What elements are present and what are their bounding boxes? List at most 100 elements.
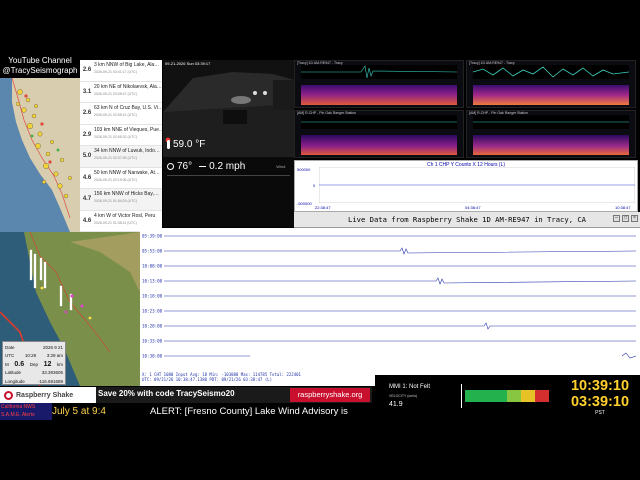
quake-magnitude: 2.6 <box>82 67 92 74</box>
mmi-panel: MMI 1: Not Felt VELOCITY (um/s) 41.9 <box>375 375 560 431</box>
quake-place: 20 km NE of Nikolaevsk, Ala… <box>94 83 162 90</box>
magnitude-label: M <box>5 361 9 367</box>
utc-value: 10:29 <box>24 353 37 359</box>
longitude-label: Longitude <box>5 378 25 384</box>
spectrogram-heatmap <box>473 135 629 155</box>
helicorder-plot: 05:39:00 05:53:00 10:08:00 10:13:00 10:18:00… <box>140 228 640 386</box>
weather-panel: 59.0 °F 76° 0.2 mph Wind <box>163 139 294 227</box>
helicorder-trace-line <box>164 247 637 255</box>
helicorder-row-label: 10:38:00 <box>142 354 163 359</box>
quake-time: 2026-09-21 02:55:32 (UTC) <box>94 134 137 139</box>
spectrogram-heatmap <box>301 85 457 105</box>
utc-clock: 10:39:10 <box>570 378 630 394</box>
quake-magnitude: 4.6 <box>82 217 92 224</box>
sun-icon <box>167 163 174 170</box>
quake-list-item[interactable]: 2.9 103 km NNE of Vieques, Pue… 2026-09-21… <box>80 125 162 146</box>
quake-magnitude: 3.1 <box>82 88 92 95</box>
channel-label: YouTube Channel @TracySeismograph <box>2 56 78 75</box>
utc-label: UTC <box>5 353 15 359</box>
live-data-header: Live Data from Raspberry Shake 1D AM-RE9… <box>294 212 640 228</box>
quake-place: 4 km W of Victor Rosl, Peru <box>94 212 156 219</box>
thermometer-icon <box>167 140 170 149</box>
strip-trace <box>319 167 635 203</box>
strip-y-tick-top: 500000 <box>297 167 311 172</box>
ticker-alert-text: ALERT: [Fresno County] Lake Wind Advisor… <box>150 406 348 417</box>
quake-time: 2026-09-21 02:37:45 (UTC) <box>94 156 137 160</box>
latitude-value: 33.393605 <box>41 370 63 376</box>
earthquake-list[interactable]: 2.6 3 km NNW of Big Lake, Ala… 2026-09-21 … <box>80 60 162 232</box>
quake-time: 2026-09-21 02:19:06 (UTC) <box>94 177 137 182</box>
strip-x-tick-3: 10:38:47 <box>615 205 631 210</box>
quake-place: 156 km NNW of Hicks Bay,… <box>94 191 159 197</box>
quake-time: 2026-09-21 03:08:47 (UTC) <box>94 91 137 96</box>
raspberry-shake-logo: Raspberry Shake <box>0 387 96 403</box>
strip-y-tick-mid: 0 <box>313 183 316 188</box>
quake-time: 2026-09-21 01:38:11 (UTC) <box>94 220 137 225</box>
helicorder-row-label: 10:18:00 <box>142 294 163 299</box>
helicorder-row-label: 10:28:00 <box>142 324 163 329</box>
webcam-timestamp: 09-21-2026 Sun 03:39:17 <box>165 61 211 66</box>
mmi-scale-arrow <box>461 384 462 408</box>
quake-place: 34 km NNW of Luwuk, Indo… <box>94 148 160 154</box>
spectrogram-panel-3: [AM] R-CHP - Pin Oak Ranger Station <box>294 110 464 158</box>
date-label: Date <box>5 344 15 350</box>
longitude-value: -116.691689 <box>38 378 63 384</box>
local-timezone: PST <box>595 410 605 416</box>
helicorder-trace-line <box>164 277 637 285</box>
date-value: 2026 9 21 <box>42 344 63 350</box>
quake-time: 2026-09-21 01:54:29 (UTC) <box>94 199 137 203</box>
velocity-label: VELOCITY (um/s) <box>389 394 418 398</box>
waveform-trace <box>473 65 629 79</box>
helicorder-row-label: 10:08:00 <box>142 264 163 269</box>
spectrogram-heatmap <box>301 135 457 155</box>
quake-list-item[interactable]: 2.6 3 km NNW of Big Lake, Ala… 2026-09-21 … <box>80 60 162 82</box>
quake-list-item[interactable]: 2.6 63 km N of Cruz Bay, U.S. Vi… 2026-09-… <box>80 103 162 125</box>
helicorder-trace-line <box>164 352 637 359</box>
strip-x-tick-2: 04:38:47 <box>465 205 481 210</box>
maximize-button[interactable]: □ <box>622 215 629 222</box>
mmi-scale-segment <box>465 390 507 402</box>
quake-place: 50 km NNW of Narwake, At… <box>94 169 160 176</box>
strip-y-tick-bottom: -500000 <box>297 201 312 206</box>
wind-speed: 0.2 mph <box>209 161 246 172</box>
helicorder-row-label: 10:23:00 <box>142 309 163 314</box>
spectrogram-panel-1: [Tracy] 1D AM-RE947 - Tracy <box>294 60 464 108</box>
quake-list-item[interactable]: 4.7 156 km NNW of Hicks Bay,… 2026-09-21 0… <box>80 189 162 211</box>
minimize-button[interactable]: – <box>613 215 620 222</box>
quake-place: 103 km NNE of Vieques, Pue… <box>94 126 162 133</box>
quake-magnitude: 4.6 <box>82 174 92 181</box>
waveform-trace <box>473 115 629 129</box>
quake-place: 3 km NNW of Big Lake, Ala… <box>94 62 160 68</box>
nws-alerts-logo: California NWS S.A.M.E. Alerts <box>0 403 52 420</box>
camera-temperature: 59.0 °F <box>173 139 206 150</box>
helicorder-footer: X: 1 CHT 1080 Input Avg: 18 Min: -103088… <box>140 372 375 386</box>
spectrogram-grid: [Tracy] 1D AM-RE947 - Tracy [Tracy] 1D A… <box>294 60 638 158</box>
helicorder-row-label: 10:13:00 <box>142 279 163 284</box>
spectrogram-panel-4: [AM] R-CHP - Pin Oak Ranger Station <box>466 110 636 158</box>
quake-list-item[interactable]: 4.6 50 km NNW of Narwake, At… 2026-09-21 0… <box>80 168 162 189</box>
twelve-hour-strip: Ch 1 CHP Y Counts X 12 Hours (L) 500000 … <box>294 160 638 212</box>
ticker-date: July 5 at 9:4 <box>52 406 106 417</box>
mmi-scale-segment <box>535 390 549 402</box>
magnitude-value: 0.6 <box>14 360 25 368</box>
california-quake-map[interactable] <box>0 78 80 232</box>
helicorder-trace-line <box>164 322 636 330</box>
quake-time: 2026-09-21 03:41:17 (UTC) <box>94 70 137 74</box>
helicorder-time: UTC: 09/21/26 10:38:47.1380 PDT: 09/21/2… <box>142 377 273 382</box>
promo-bar: Raspberry Shake Save 20% with code Tracy… <box>0 387 372 403</box>
quake-info-box: Date 2026 9 21 UTC 10:29 3:29 am M 0.6 D… <box>2 341 66 385</box>
quake-magnitude: 5.0 <box>82 153 92 160</box>
quake-time: 2026-09-21 02:58:12 (UTC) <box>94 113 137 117</box>
quake-magnitude: 2.9 <box>82 131 92 138</box>
close-button[interactable]: × <box>631 215 638 222</box>
quake-list-item[interactable]: 3.1 20 km NE of Nikolaevsk, Ala… 2026-09-2… <box>80 82 162 103</box>
mmi-scale-segment <box>521 390 535 402</box>
promo-url-link[interactable]: raspberryshake.org <box>290 388 370 402</box>
waveform-trace <box>301 65 457 79</box>
mmi-scale-segment <box>507 390 521 402</box>
spectrogram-panel-2: [Tracy] 1D AM-RE947 - Tracy <box>466 60 636 108</box>
quake-list-item[interactable]: 5.0 34 km NNW of Luwuk, Indo… 2026-09-21 0… <box>80 146 162 168</box>
promo-text: Save 20% with code TracySeismo20 <box>98 389 235 398</box>
depth-unit: km <box>56 361 63 367</box>
weather-divider <box>167 175 290 176</box>
